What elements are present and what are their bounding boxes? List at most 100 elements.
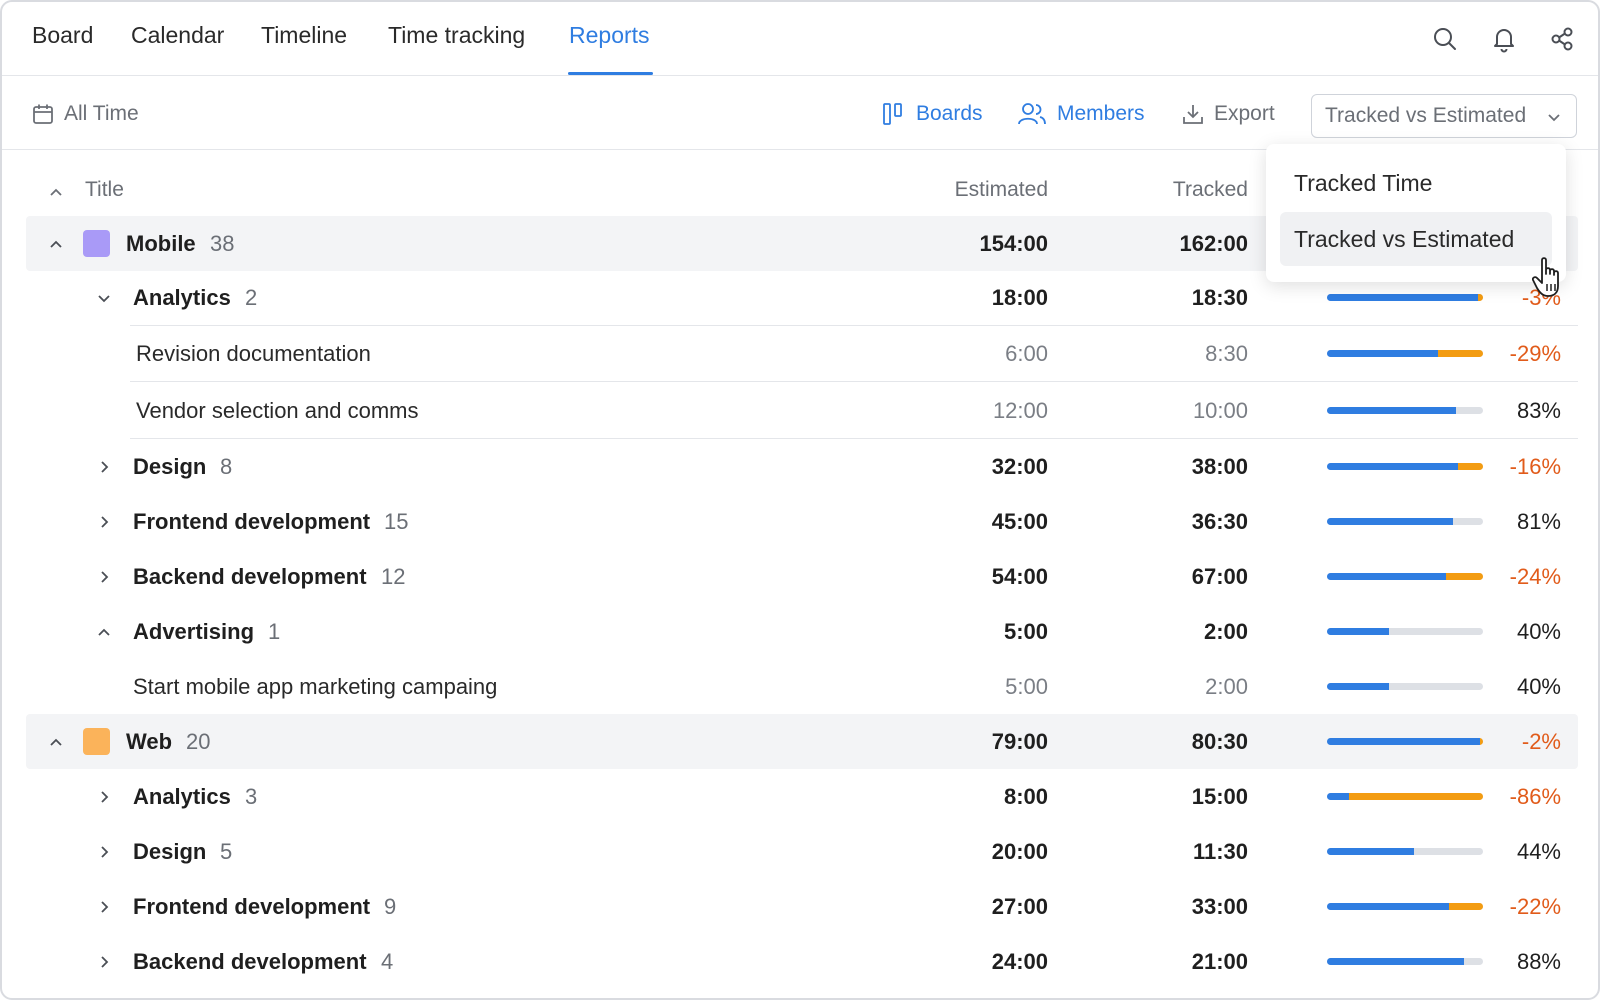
estimated-value: 18:00 [991,285,1048,310]
progress-fill [1327,958,1465,965]
progress-fill [1327,683,1390,690]
collapse-all-icon[interactable] [46,182,66,202]
estimated-value: 32:00 [991,454,1048,479]
section-row[interactable]: Design 8 32:00 38:00 -16% [2,439,1598,494]
boards-icon [883,103,902,125]
chevron-right-icon[interactable] [94,567,114,587]
chevron-right-icon[interactable] [94,952,114,972]
section-row[interactable]: Backend development 12 54:00 67:00 -24% [2,549,1598,604]
chevron-right-icon[interactable] [94,842,114,862]
chevron-up-icon[interactable] [46,234,66,254]
share-icon[interactable] [1547,24,1577,54]
menu-item-tracked-time[interactable]: Tracked Time [1280,156,1552,210]
progress-bar [1327,628,1483,635]
estimated-value: 20:00 [991,839,1048,864]
progress-fill [1327,518,1454,525]
item-count: 9 [384,894,397,919]
progress-bar [1327,407,1483,414]
percent-value: -2% [1521,729,1561,754]
export-label: Export [1214,102,1275,125]
item-count: 3 [245,784,258,809]
calendar-icon [33,104,53,124]
tracked-value: 33:00 [1191,894,1248,919]
section-row[interactable]: Frontend development 9 27:00 33:00 -22% [2,879,1598,934]
active-tab-indicator [568,72,653,75]
item-count: 4 [381,949,394,974]
task-row[interactable]: Start mobile app marketing campaing 5:00 2… [2,659,1598,714]
tab-board[interactable]: Board [32,22,93,49]
chevron-right-icon[interactable] [94,457,114,477]
progress-fill [1327,350,1438,357]
chevron-up-icon[interactable] [94,622,114,642]
estimated-value: 24:00 [991,949,1048,974]
tab-timeline[interactable]: Timeline [261,22,347,49]
over-budget-fill [1445,573,1483,580]
export-button[interactable]: Export [1182,100,1275,128]
percent-value: -24% [1509,564,1561,589]
members-label: Members [1057,102,1145,125]
estimated-value: 6:00 [1005,341,1048,366]
over-budget-fill [1437,350,1483,357]
item-count: 2 [245,285,258,310]
members-filter-button[interactable]: Members [1017,100,1145,128]
date-range-picker[interactable]: All Time [32,100,139,128]
tracked-value: 2:00 [1203,619,1248,644]
bell-icon[interactable] [1489,24,1519,54]
tracked-value: 11:30 [1192,839,1248,864]
column-header-estimated[interactable]: Estimated [908,178,1048,202]
report-type-selected: Tracked vs Estimated [1325,104,1527,127]
percent-value: -22% [1509,894,1561,919]
progress-fill [1327,628,1390,635]
chevron-right-icon[interactable] [94,897,114,917]
row-title: Frontend development [133,509,371,534]
item-count: 1 [268,619,281,644]
task-row[interactable]: Vendor selection and comms 12:00 10:00 83% [2,383,1598,438]
group-row[interactable]: Web 20 79:00 80:30 -2% [26,714,1578,769]
section-row[interactable]: Backend development 4 24:00 21:00 88% [2,934,1598,989]
progress-fill [1327,793,1349,800]
chevron-right-icon[interactable] [94,512,114,532]
row-title: Revision documentation [136,341,371,366]
column-header-tracked[interactable]: Tracked [1108,178,1248,202]
progress-fill [1327,848,1415,855]
tab-reports[interactable]: Reports [569,22,650,49]
progress-fill [1327,903,1449,910]
row-title: Advertising [133,619,255,644]
row-title: Backend development [133,949,367,974]
row-title: Backend development [133,564,367,589]
progress-fill [1327,463,1459,470]
chevron-down-icon[interactable] [94,288,114,308]
hand-cursor-icon [1532,257,1559,297]
progress-bar [1327,573,1483,580]
app-window: Board Calendar Timeline Time tracking Re… [0,0,1600,1000]
section-row[interactable]: Analytics 3 8:00 15:00 -86% [2,769,1598,824]
percent-value: 83% [1516,398,1561,423]
percent-value: 88% [1516,949,1561,974]
progress-fill [1327,407,1457,414]
over-budget-fill [1458,463,1483,470]
item-count: 5 [220,839,233,864]
menu-item-tracked-vs-estimated[interactable]: Tracked vs Estimated [1280,212,1552,266]
tab-calendar[interactable]: Calendar [131,22,224,49]
row-title: Mobile [126,231,196,256]
section-row[interactable]: Design 5 20:00 11:30 44% [2,824,1598,879]
chevron-right-icon[interactable] [94,787,114,807]
chevron-down-icon [1548,114,1560,122]
tracked-value: 2:00 [1205,674,1248,699]
tab-time-tracking[interactable]: Time tracking [388,22,525,49]
percent-value: 40% [1516,619,1561,644]
tracked-value: 8:30 [1205,341,1248,366]
section-row[interactable]: Frontend development 15 45:00 36:30 81% [2,494,1598,549]
row-title: Web [126,729,173,754]
report-type-dropdown[interactable]: Tracked vs Estimated [1311,94,1577,138]
row-title: Design [133,454,207,479]
task-row[interactable]: Revision documentation 6:00 8:30 -29% [2,326,1598,381]
top-navigation: Board Calendar Timeline Time tracking Re… [2,2,1598,76]
column-header-title[interactable]: Title [85,178,124,202]
chevron-up-icon[interactable] [46,732,66,752]
tracked-value: 15:00 [1191,784,1248,809]
boards-filter-button[interactable]: Boards [882,100,983,128]
search-icon[interactable] [1430,24,1460,54]
progress-bar [1327,903,1483,910]
section-row[interactable]: Advertising 1 5:00 2:00 40% [2,604,1598,659]
